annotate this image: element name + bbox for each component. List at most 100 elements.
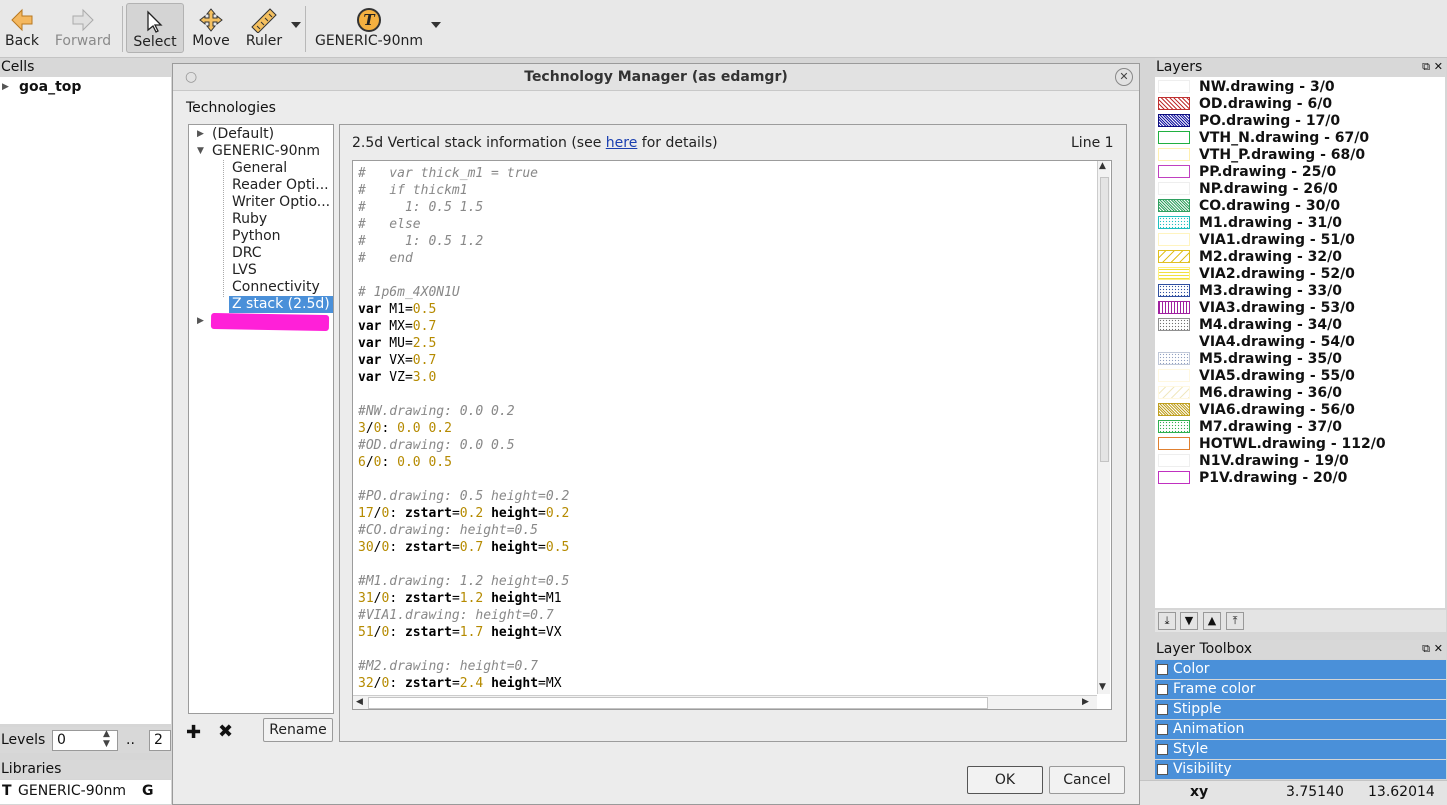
expand-checkbox[interactable] [1157, 764, 1168, 775]
expand-checkbox[interactable] [1157, 684, 1168, 695]
layer-row[interactable]: VIA2.drawing - 52/0 [1155, 266, 1445, 283]
back-button[interactable]: Back [2, 3, 42, 53]
cell-item-goa-top[interactable]: goa_top [19, 79, 81, 95]
toolbox-style[interactable]: Style [1155, 740, 1446, 759]
spin-down-icon[interactable]: ▼ [103, 739, 110, 749]
layer-swatch [1158, 267, 1190, 280]
close-panel-icon[interactable]: ✕ [1434, 58, 1443, 76]
float-panel-icon[interactable]: ⧉ [1422, 640, 1430, 658]
close-icon[interactable]: ✕ [1115, 68, 1133, 86]
forward-button[interactable]: Forward [52, 3, 114, 53]
layer-row[interactable]: VIA3.drawing - 53/0 [1155, 300, 1445, 317]
close-panel-icon[interactable]: ✕ [1434, 640, 1443, 658]
layer-row[interactable]: VIA4.drawing - 54/0 [1155, 334, 1445, 351]
layer-swatch [1158, 471, 1190, 484]
tree-item-general[interactable]: General [232, 160, 287, 177]
layer-row[interactable]: M6.drawing - 36/0 [1155, 385, 1445, 402]
move-up-icon[interactable]: ▲ [1203, 612, 1221, 630]
ok-button[interactable]: OK [967, 766, 1043, 794]
layer-row[interactable]: NP.drawing - 26/0 [1155, 181, 1445, 198]
layer-label: M3.drawing - 33/0 [1199, 283, 1342, 299]
layers-list[interactable]: NW.drawing - 3/0 OD.drawing - 6/0 PO.drawi… [1155, 77, 1445, 608]
layer-row[interactable]: VIA6.drawing - 56/0 [1155, 402, 1445, 419]
scroll-left-icon[interactable]: ◀ [356, 697, 363, 707]
vertical-scroll-thumb[interactable] [1100, 177, 1109, 462]
technologies-tree[interactable]: ▶ (Default) ▼ GENERIC-90nm General Reade… [188, 124, 334, 714]
vertical-scrollbar[interactable]: ▲ ▼ [1097, 161, 1110, 694]
layer-row[interactable]: NW.drawing - 3/0 [1155, 79, 1445, 96]
horizontal-scrollbar[interactable]: ◀ ▶ [353, 695, 1097, 709]
collapse-arrow-icon[interactable]: ▼ [197, 146, 204, 156]
add-icon[interactable]: ✚ [186, 722, 201, 743]
expand-checkbox[interactable] [1157, 744, 1168, 755]
tree-item-drc[interactable]: DRC [232, 245, 262, 262]
expand-arrow-icon[interactable]: ▶ [197, 316, 204, 326]
library-row[interactable]: T GENERIC-90nm G [0, 780, 171, 804]
expand-checkbox[interactable] [1157, 724, 1168, 735]
scroll-right-icon[interactable]: ▶ [1082, 697, 1089, 707]
tree-item-writer-options[interactable]: Writer Optio... [232, 194, 330, 211]
levels-min-spinbox[interactable]: 0 ▲ ▼ [52, 729, 118, 751]
layer-row[interactable]: VIA1.drawing - 51/0 [1155, 232, 1445, 249]
layer-row[interactable]: M2.drawing - 32/0 [1155, 249, 1445, 266]
cells-title: Cells [1, 59, 35, 75]
toolbox-animation[interactable]: Animation [1155, 720, 1446, 739]
scroll-up-icon[interactable]: ▲ [1099, 161, 1106, 171]
layer-row[interactable]: OD.drawing - 6/0 [1155, 96, 1445, 113]
details-link[interactable]: here [606, 135, 638, 151]
libraries-panel-header: Libraries [0, 760, 171, 779]
layer-row[interactable]: M5.drawing - 35/0 [1155, 351, 1445, 368]
dialog-titlebar[interactable]: ○ Technology Manager (as edamgr) ✕ [173, 64, 1139, 91]
expand-arrow-icon[interactable]: ▶ [2, 82, 9, 92]
layer-row[interactable]: M1.drawing - 31/0 [1155, 215, 1445, 232]
move-to-top-icon[interactable]: ⤒ [1226, 612, 1244, 630]
tree-item-python[interactable]: Python [232, 228, 281, 245]
tree-item-ruby[interactable]: Ruby [232, 211, 267, 228]
expand-arrow-icon[interactable]: ▶ [197, 129, 204, 139]
tree-item-default[interactable]: (Default) [212, 126, 274, 143]
layer-row[interactable]: P1V.drawing - 20/0 [1155, 470, 1445, 487]
toolbox-frame-color[interactable]: Frame color [1155, 680, 1446, 699]
float-panel-icon[interactable]: ⧉ [1422, 58, 1430, 76]
ruler-dropdown-icon[interactable] [291, 22, 301, 28]
layer-row[interactable]: HOTWL.drawing - 112/0 [1155, 436, 1445, 453]
expand-checkbox[interactable] [1157, 664, 1168, 675]
tree-item-generic-90nm[interactable]: GENERIC-90nm [212, 143, 320, 160]
horizontal-scroll-thumb[interactable] [368, 697, 988, 709]
select-button[interactable]: Select [126, 3, 184, 53]
move-button[interactable]: Move [188, 3, 234, 53]
layer-row[interactable]: CO.drawing - 30/0 [1155, 198, 1445, 215]
tree-item-connectivity[interactable]: Connectivity [232, 279, 320, 296]
cancel-button[interactable]: Cancel [1049, 766, 1125, 794]
cells-tree[interactable]: ▶ goa_top [0, 77, 171, 724]
scroll-down-icon[interactable]: ▼ [1099, 682, 1106, 692]
tree-item-z-stack[interactable]: Z stack (2.5d) [229, 296, 333, 313]
tree-item-reader-options[interactable]: Reader Opti... [232, 177, 329, 194]
layer-row[interactable]: VIA5.drawing - 55/0 [1155, 368, 1445, 385]
expand-checkbox[interactable] [1157, 704, 1168, 715]
rename-button[interactable]: Rename [263, 718, 333, 742]
layer-row[interactable]: N1V.drawing - 19/0 [1155, 453, 1445, 470]
layer-swatch [1158, 250, 1190, 263]
spin-up-icon[interactable]: ▲ [103, 729, 110, 739]
window-menu-icon[interactable]: ○ [185, 64, 197, 90]
delete-icon[interactable]: ✖ [218, 721, 233, 742]
layer-row[interactable]: PP.drawing - 25/0 [1155, 164, 1445, 181]
layer-row[interactable]: M7.drawing - 37/0 [1155, 419, 1445, 436]
toolbox-color[interactable]: Color [1155, 660, 1446, 679]
layer-row[interactable]: PO.drawing - 17/0 [1155, 113, 1445, 130]
toolbox-visibility[interactable]: Visibility [1155, 760, 1446, 779]
toolbox-stipple[interactable]: Stipple [1155, 700, 1446, 719]
tree-item-lvs[interactable]: LVS [232, 262, 257, 279]
move-to-bottom-icon[interactable]: ⤓ [1158, 612, 1176, 630]
code-editor[interactable]: # var thick_m1 = true # if thickm1 # 1: 0.… [352, 160, 1112, 710]
layer-row[interactable]: VTH_P.drawing - 68/0 [1155, 147, 1445, 164]
layer-row[interactable]: M3.drawing - 33/0 [1155, 283, 1445, 300]
layer-row[interactable]: M4.drawing - 34/0 [1155, 317, 1445, 334]
levels-max-spinbox[interactable]: 2 [149, 730, 171, 751]
ruler-button[interactable]: Ruler [240, 3, 288, 53]
layer-row[interactable]: VTH_N.drawing - 67/0 [1155, 130, 1445, 147]
technology-button[interactable]: T GENERIC-90nm [312, 3, 426, 53]
move-down-icon[interactable]: ▼ [1180, 612, 1198, 630]
technology-dropdown-icon[interactable] [431, 22, 441, 28]
